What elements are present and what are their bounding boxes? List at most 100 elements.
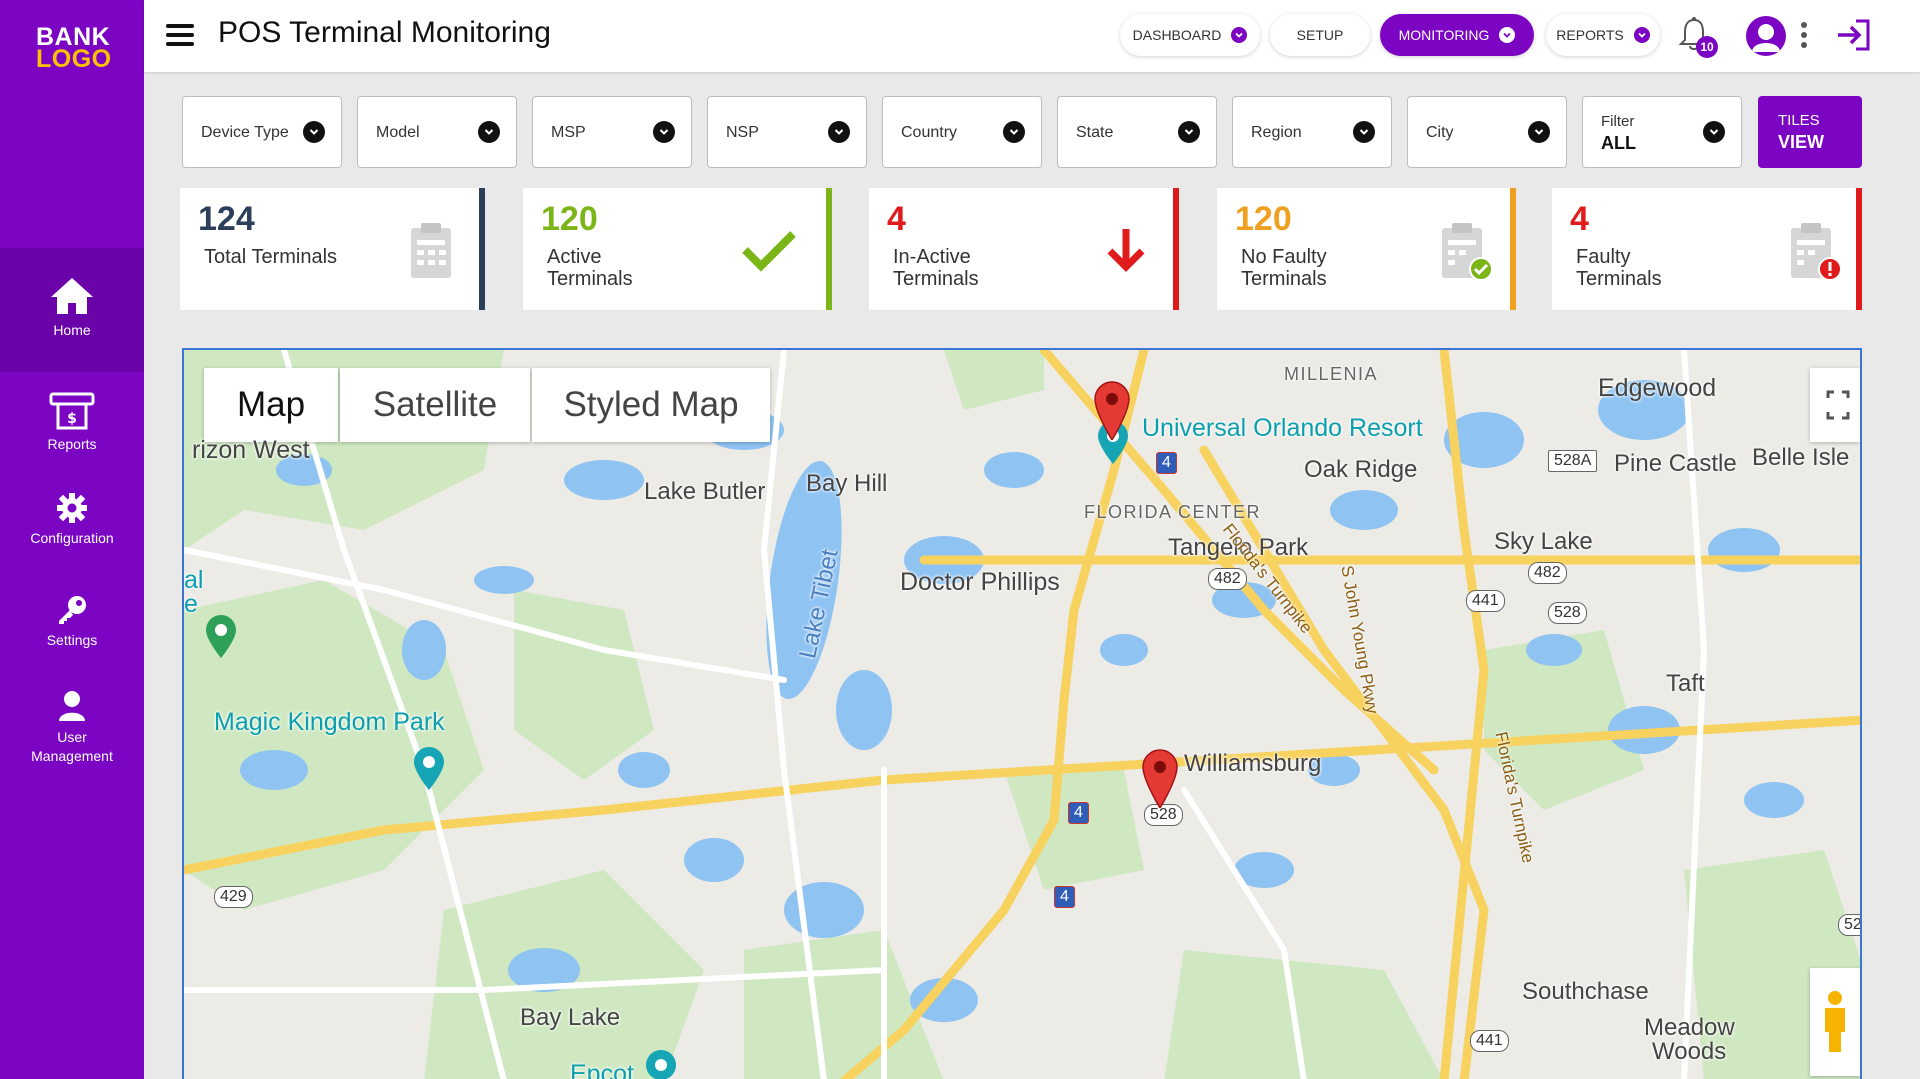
chevron-down-icon <box>1231 27 1248 43</box>
nav-dashboard-button[interactable]: DASHBOARD <box>1120 14 1260 56</box>
filter-label: City <box>1426 124 1454 141</box>
stat-inactive-terminals[interactable]: 4 In-Active Terminals <box>869 188 1179 310</box>
chevron-down-icon <box>303 121 325 143</box>
sidebar: BANK LOGO Home $ Reports Configuration S… <box>0 0 144 1079</box>
checkmark-icon <box>741 228 797 277</box>
map-label: Belle Isle <box>1752 444 1850 471</box>
nav-monitoring-button[interactable]: MONITORING <box>1380 14 1534 56</box>
avatar[interactable] <box>1746 16 1786 56</box>
map-label: rizon West <box>192 436 310 464</box>
clipboard-check-icon <box>1439 220 1495 289</box>
more-options-icon[interactable] <box>1800 20 1808 55</box>
nav-label: DASHBOARD <box>1132 27 1222 43</box>
chevron-down-icon <box>1353 121 1375 143</box>
user-icon <box>59 691 85 721</box>
sidebar-item-label: Settings <box>46 632 98 648</box>
terminal-marker[interactable] <box>1140 748 1180 813</box>
road-shield: 429 <box>214 886 253 908</box>
map-label: Taft <box>1666 670 1705 697</box>
hamburger-menu-icon[interactable] <box>166 24 194 46</box>
chevron-down-icon <box>1003 121 1025 143</box>
stat-accent-bar <box>1510 188 1516 310</box>
clipboard-error-icon <box>1788 220 1844 289</box>
filter-all[interactable]: Filter ALL <box>1582 96 1742 168</box>
chevron-down-icon <box>828 121 850 143</box>
map-type-styled-map[interactable]: Styled Map <box>532 368 770 442</box>
terminal-map[interactable]: Map Satellite Styled Map rizon West Lake… <box>182 348 1862 1079</box>
tiles-view-button[interactable]: TILES VIEW <box>1758 96 1862 168</box>
stat-accent-bar <box>826 188 832 310</box>
stat-no-faulty-terminals[interactable]: 120 No Faulty Terminals <box>1217 188 1516 310</box>
map-label: MILLENIA <box>1284 364 1379 384</box>
notification-badge: 10 <box>1696 36 1718 58</box>
street-view-pegman-icon[interactable] <box>1810 968 1860 1076</box>
map-label: Woods <box>1652 1038 1727 1065</box>
map-label: Pine Castle <box>1614 450 1737 477</box>
filter-state[interactable]: State <box>1057 96 1217 168</box>
nav-label: MONITORING <box>1398 27 1490 43</box>
map-label: e <box>184 590 198 618</box>
map-label: Doctor Phillips <box>900 568 1060 596</box>
logout-icon[interactable] <box>1834 18 1872 57</box>
stat-label: No Faulty Terminals <box>1241 246 1327 290</box>
road-shield: 528A <box>1548 450 1598 472</box>
filter-msp[interactable]: MSP <box>532 96 692 168</box>
sidebar-item-reports[interactable]: $ Reports <box>0 392 144 462</box>
reports-icon: $ <box>49 392 95 430</box>
filter-country[interactable]: Country <box>882 96 1042 168</box>
stat-active-terminals[interactable]: 120 Active Terminals <box>523 188 832 310</box>
filter-nsp[interactable]: NSP <box>707 96 867 168</box>
stat-label: Total Terminals <box>204 246 338 268</box>
sidebar-item-configuration[interactable]: Configuration <box>0 492 144 554</box>
stat-value: 4 <box>887 200 906 238</box>
map-label: Epcot <box>570 1060 634 1079</box>
key-icon <box>59 596 86 624</box>
chevron-down-icon <box>653 121 675 143</box>
filter-model[interactable]: Model <box>357 96 517 168</box>
sidebar-item-label: Reports <box>47 436 97 452</box>
sidebar-item-settings[interactable]: Settings <box>0 594 144 656</box>
tiles-view-value: VIEW <box>1778 132 1825 152</box>
road-shield: 482 <box>1208 568 1247 590</box>
poi-pin-icon[interactable] <box>204 614 238 663</box>
filter-label: Model <box>376 124 420 141</box>
stat-faulty-terminals[interactable]: 4 Faulty Terminals <box>1552 188 1862 310</box>
stat-value: 120 <box>1235 200 1292 238</box>
road-shield: 441 <box>1470 1030 1509 1052</box>
road-shield: 482 <box>1528 562 1567 584</box>
nav-setup-button[interactable]: SETUP <box>1270 14 1370 56</box>
poi-pin-icon[interactable] <box>412 746 446 795</box>
filter-device-type[interactable]: Device Type <box>182 96 342 168</box>
filter-label: Region <box>1251 124 1302 141</box>
map-label: Southchase <box>1522 978 1649 1005</box>
chevron-down-icon <box>1703 121 1725 143</box>
stat-accent-bar <box>1173 188 1179 310</box>
map-type-satellite[interactable]: Satellite <box>340 368 530 442</box>
map-type-map[interactable]: Map <box>204 368 338 442</box>
filter-value: ALL <box>1601 133 1636 153</box>
stat-label: Faulty Terminals <box>1576 246 1662 290</box>
poi-pin-icon[interactable] <box>644 1048 678 1079</box>
fullscreen-icon[interactable] <box>1810 368 1860 442</box>
stat-accent-bar <box>1856 188 1862 310</box>
gear-icon <box>57 493 87 523</box>
map-label: Sky Lake <box>1494 528 1593 555</box>
road-shield: 4 <box>1156 452 1177 474</box>
stat-total-terminals[interactable]: 124 Total Terminals <box>180 188 485 310</box>
page-title: POS Terminal Monitoring <box>218 16 551 49</box>
sidebar-item-user-management[interactable]: User Management <box>0 690 144 770</box>
nav-label: SETUP <box>1296 27 1344 43</box>
chevron-down-icon <box>478 121 500 143</box>
sidebar-item-home[interactable]: Home <box>0 248 144 372</box>
map-label: Oak Ridge <box>1304 456 1418 483</box>
nav-reports-button[interactable]: REPORTS <box>1546 14 1660 56</box>
tiles-view-label: TILES <box>1778 112 1820 129</box>
filter-city[interactable]: City <box>1407 96 1567 168</box>
terminal-marker[interactable] <box>1092 380 1132 445</box>
stat-value: 4 <box>1570 200 1589 238</box>
stat-value: 124 <box>198 200 255 238</box>
filter-region[interactable]: Region <box>1232 96 1392 168</box>
road-shield: 4 <box>1068 802 1089 824</box>
filter-label: Filter <box>1601 113 1635 130</box>
map-label: Universal Orlando Resort <box>1142 414 1423 442</box>
